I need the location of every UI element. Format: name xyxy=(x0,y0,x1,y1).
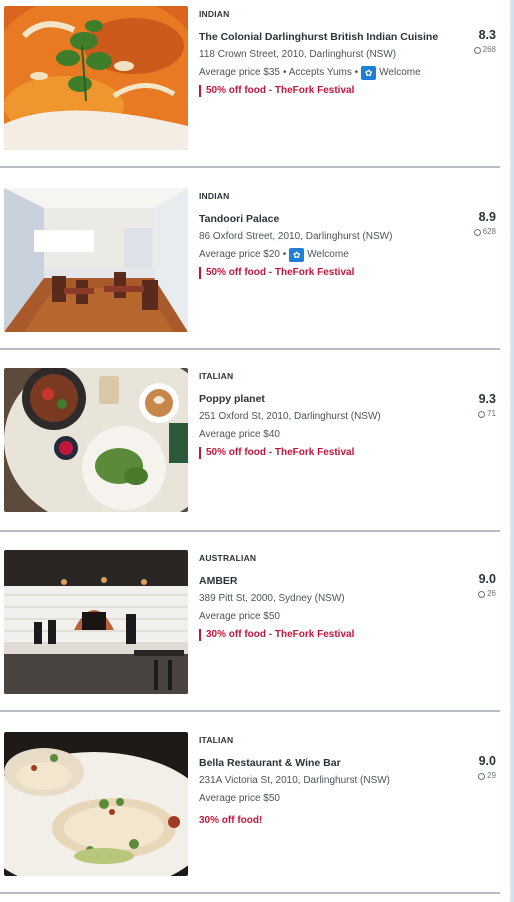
rating-score: 8.9 xyxy=(478,210,496,224)
restaurant-address: 118 Crown Street, 2010, Darlinghurst (NS… xyxy=(199,49,397,60)
offer-label: 30% off food - TheFork Festival xyxy=(199,628,449,642)
cuisine-label: INDIAN xyxy=(199,9,230,19)
offer-label: 50% off food - TheFork Festival xyxy=(199,84,449,98)
restaurant-info: ITALIAN Bella Restaurant & Wine Bar 231A… xyxy=(199,734,449,828)
review-count: 71 xyxy=(440,408,496,420)
rating-block: 9.0 29 xyxy=(440,753,496,782)
restaurant-name[interactable]: Poppy planet xyxy=(199,392,449,406)
open-kitchen-photo[interactable] xyxy=(4,550,188,694)
review-count-value: 628 xyxy=(482,227,496,236)
rating-block: 8.3 268 xyxy=(440,27,496,56)
card-divider xyxy=(0,348,500,350)
restaurant-card[interactable]: AUSTRALIAN AMBER 389 Pitt St, 2000, Sydn… xyxy=(0,546,500,728)
card-divider xyxy=(0,710,500,712)
cuisine-label: ITALIAN xyxy=(199,371,234,381)
review-bubble-icon xyxy=(473,228,481,236)
card-divider xyxy=(0,166,500,168)
curry-dish-photo[interactable] xyxy=(4,6,188,150)
card-divider xyxy=(0,892,500,894)
restaurant-address: 231A Victoria St, 2010, Darlinghurst (NS… xyxy=(199,775,391,786)
welcome-label: Welcome xyxy=(307,249,349,260)
review-count: 29 xyxy=(440,770,496,782)
restaurant-card[interactable]: ITALIAN Poppy planet 251 Oxford St, 2010… xyxy=(0,364,500,546)
restaurant-name[interactable]: Tandoori Palace xyxy=(199,212,449,226)
price-row: Average price $50 xyxy=(199,610,449,624)
welcome-label: Welcome xyxy=(379,67,421,78)
restaurant-address: 251 Oxford St, 2010, Darlinghurst (NSW) xyxy=(199,411,381,422)
restaurant-card[interactable]: INDIAN Tandoori Palace 86 Oxford Street,… xyxy=(0,182,500,364)
restaurant-card[interactable]: INDIAN The Colonial Darlinghurst British… xyxy=(0,0,500,182)
restaurant-address: 389 Pitt St, 2000, Sydney (NSW) xyxy=(199,593,345,604)
review-count: 628 xyxy=(440,226,496,238)
restaurant-info: AUSTRALIAN AMBER 389 Pitt St, 2000, Sydn… xyxy=(199,552,449,642)
rating-score: 9.0 xyxy=(478,572,496,586)
review-count-value: 268 xyxy=(482,45,496,54)
review-count: 268 xyxy=(440,44,496,56)
review-bubble-icon xyxy=(478,590,486,598)
review-bubble-icon xyxy=(478,410,486,418)
offer-label: 50% off food - TheFork Festival xyxy=(199,266,449,280)
average-price: Average price $35 xyxy=(199,67,280,78)
rating-block: 8.9 628 xyxy=(440,209,496,238)
welcome-badge-icon: ✿ xyxy=(289,248,305,262)
price-row: Average price $40 xyxy=(199,428,449,442)
restaurant-address: 86 Oxford Street, 2010, Darlinghurst (NS… xyxy=(199,231,393,242)
offer-label: 30% off food! xyxy=(199,815,263,826)
average-price: Average price $50 xyxy=(199,793,280,804)
price-row: Average price $50 xyxy=(199,792,449,806)
seafood-plate-photo[interactable] xyxy=(4,732,188,876)
restaurant-info: INDIAN Tandoori Palace 86 Oxford Street,… xyxy=(199,190,449,280)
offer-label: 50% off food - TheFork Festival xyxy=(199,446,449,460)
cuisine-label: INDIAN xyxy=(199,191,230,201)
review-count: 26 xyxy=(440,588,496,600)
average-price: Average price $50 xyxy=(199,611,280,622)
review-count-value: 26 xyxy=(487,589,496,598)
yums-label: • Accepts Yums • xyxy=(282,67,359,78)
restaurant-name[interactable]: The Colonial Darlinghurst British Indian… xyxy=(199,30,449,44)
cuisine-label: AUSTRALIAN xyxy=(199,553,257,563)
rating-score: 8.3 xyxy=(478,28,496,42)
review-count-value: 29 xyxy=(487,771,496,780)
rating-block: 9.3 71 xyxy=(440,391,496,420)
price-row: Average price $35 • Accepts Yums • ✿ Wel… xyxy=(199,66,449,80)
average-price: Average price $20 • xyxy=(199,249,287,260)
restaurant-name[interactable]: AMBER xyxy=(199,574,449,588)
welcome-badge-icon: ✿ xyxy=(361,66,377,80)
review-bubble-icon xyxy=(478,772,486,780)
table-dishes-photo[interactable] xyxy=(4,368,188,512)
rating-block: 9.0 26 xyxy=(440,571,496,600)
review-count-value: 71 xyxy=(487,409,496,418)
rating-score: 9.0 xyxy=(478,754,496,768)
review-bubble-icon xyxy=(473,46,481,54)
average-price: Average price $40 xyxy=(199,429,280,440)
restaurant-name[interactable]: Bella Restaurant & Wine Bar xyxy=(199,756,449,770)
page-edge xyxy=(510,0,514,902)
price-row: Average price $20 • ✿ Welcome xyxy=(199,248,449,262)
card-divider xyxy=(0,530,500,532)
rating-score: 9.3 xyxy=(478,392,496,406)
dining-room-photo[interactable] xyxy=(4,188,188,332)
restaurant-info: ITALIAN Poppy planet 251 Oxford St, 2010… xyxy=(199,370,449,460)
restaurant-info: INDIAN The Colonial Darlinghurst British… xyxy=(199,8,449,98)
restaurant-card[interactable]: ITALIAN Bella Restaurant & Wine Bar 231A… xyxy=(0,726,500,902)
cuisine-label: ITALIAN xyxy=(199,735,234,745)
